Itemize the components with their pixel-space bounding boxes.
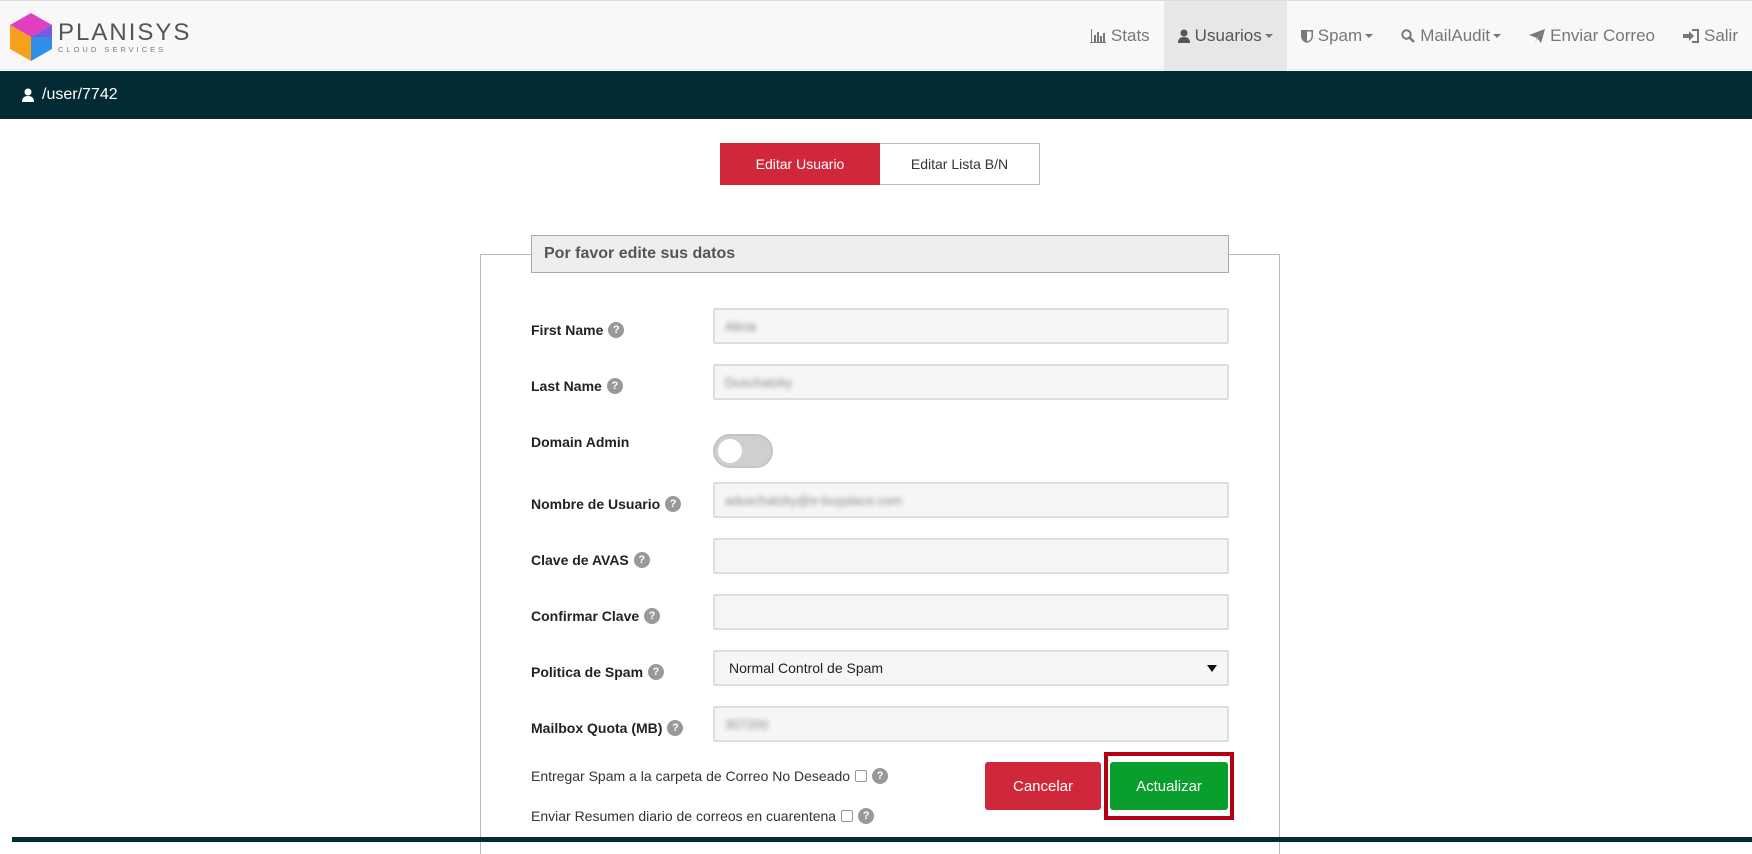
quota-row: Mailbox Quota (MB)? 307200 xyxy=(531,706,1229,742)
user-icon xyxy=(1177,29,1190,43)
search-icon xyxy=(1401,29,1416,43)
path-bar: /user/7742 xyxy=(0,71,1752,119)
domain-admin-toggle[interactable] xyxy=(713,434,773,468)
chevron-down-icon xyxy=(1493,34,1502,38)
daily-summary-row: Enviar Resumen diario de correos en cuar… xyxy=(531,808,875,824)
cube-logo-icon xyxy=(10,13,52,61)
help-icon[interactable]: ? xyxy=(858,808,875,824)
tab-edit-list[interactable]: Editar Lista B/N xyxy=(880,143,1040,185)
password-field[interactable] xyxy=(713,538,1229,574)
username-row: Nombre de Usuario? aduschatzky@e-buyplac… xyxy=(531,482,1229,518)
form-legend: Por favor edite sus datos xyxy=(531,235,1229,273)
domain-admin-label: Domain Admin xyxy=(531,434,630,450)
edit-tabs: Editar Usuario Editar Lista B/N xyxy=(720,143,1040,185)
chevron-down-icon xyxy=(1264,34,1273,38)
confirm-password-label: Confirmar Clave? xyxy=(531,608,661,624)
deliver-spam-label: Entregar Spam a la carpeta de Correo No … xyxy=(531,768,851,784)
first-name-row: First Name? Alicia xyxy=(531,308,1229,344)
quota-field[interactable]: 307200 xyxy=(713,706,1229,742)
nav-salir[interactable]: Salir xyxy=(1669,1,1752,71)
planisys-logo[interactable]: PLANISYS CLOUD SERVICES xyxy=(10,11,191,63)
user-path: /user/7742 xyxy=(42,86,118,103)
help-icon[interactable]: ? xyxy=(633,552,650,568)
shield-icon xyxy=(1300,29,1313,43)
nav-stats-label: Stats xyxy=(1110,26,1150,45)
password-row: Clave de AVAS? xyxy=(531,538,1229,574)
spam-policy-row: Politica de Spam? Normal Control de Spam xyxy=(531,650,1229,686)
brand-name: PLANISYS xyxy=(58,18,192,46)
cancel-button[interactable]: Cancelar xyxy=(985,762,1101,810)
footer-bar xyxy=(12,837,1752,842)
last-name-label: Last Name? xyxy=(531,378,623,394)
username-field[interactable]: aduschatzky@e-buyplace.com xyxy=(713,482,1229,518)
confirm-password-field[interactable] xyxy=(713,594,1229,630)
quota-label: Mailbox Quota (MB)? xyxy=(531,720,684,736)
nav-mailaudit[interactable]: MailAudit xyxy=(1387,1,1515,71)
main-nav: Stats Usuarios Spam MailAudit Enviar Cor… xyxy=(1076,1,1752,71)
nav-spam[interactable]: Spam xyxy=(1287,1,1387,71)
top-navbar: PLANISYS CLOUD SERVICES Stats Usuarios S… xyxy=(0,0,1752,71)
spam-policy-select[interactable]: Normal Control de Spam xyxy=(713,650,1229,686)
first-name-label: First Name? xyxy=(531,322,625,338)
nav-enviar-correo-label: Enviar Correo xyxy=(1550,26,1655,45)
nav-usuarios[interactable]: Usuarios xyxy=(1163,1,1287,71)
chevron-down-icon xyxy=(1365,34,1374,38)
help-icon[interactable]: ? xyxy=(667,720,684,736)
help-icon[interactable]: ? xyxy=(648,664,665,680)
dropdown-arrow-icon xyxy=(1207,664,1217,672)
help-icon[interactable]: ? xyxy=(665,496,682,512)
domain-admin-row: Domain Admin xyxy=(531,426,1229,468)
confirm-password-row: Confirmar Clave? xyxy=(531,594,1229,630)
brand-subtitle: CLOUD SERVICES xyxy=(58,44,167,54)
bar-chart-icon xyxy=(1089,29,1106,43)
nav-mailaudit-label: MailAudit xyxy=(1420,26,1491,45)
deliver-spam-row: Entregar Spam a la carpeta de Correo No … xyxy=(531,768,889,784)
nav-enviar-correo[interactable]: Enviar Correo xyxy=(1515,1,1669,71)
nav-spam-label: Spam xyxy=(1317,26,1363,45)
help-icon[interactable]: ? xyxy=(606,378,623,394)
help-icon[interactable]: ? xyxy=(608,322,625,338)
help-icon[interactable]: ? xyxy=(644,608,661,624)
sign-in-icon xyxy=(1682,29,1699,43)
last-name-field[interactable]: Duschatzky xyxy=(713,364,1229,400)
tab-edit-user[interactable]: Editar Usuario xyxy=(720,143,880,185)
update-button[interactable]: Actualizar xyxy=(1110,762,1228,810)
user-icon xyxy=(22,88,34,102)
paper-plane-icon xyxy=(1529,29,1546,43)
daily-summary-checkbox[interactable] xyxy=(841,810,854,822)
spam-policy-value: Normal Control de Spam xyxy=(729,660,884,676)
help-icon[interactable]: ? xyxy=(872,768,889,784)
last-name-row: Last Name? Duschatzky xyxy=(531,364,1229,400)
deliver-spam-checkbox[interactable] xyxy=(855,770,868,782)
nav-stats[interactable]: Stats xyxy=(1076,1,1164,71)
nav-usuarios-label: Usuarios xyxy=(1194,26,1262,45)
first-name-field[interactable]: Alicia xyxy=(713,308,1229,344)
username-label: Nombre de Usuario? xyxy=(531,496,682,512)
daily-summary-label: Enviar Resumen diario de correos en cuar… xyxy=(531,808,837,824)
spam-policy-label: Politica de Spam? xyxy=(531,664,665,680)
nav-salir-label: Salir xyxy=(1703,26,1738,45)
password-label: Clave de AVAS? xyxy=(531,552,650,568)
